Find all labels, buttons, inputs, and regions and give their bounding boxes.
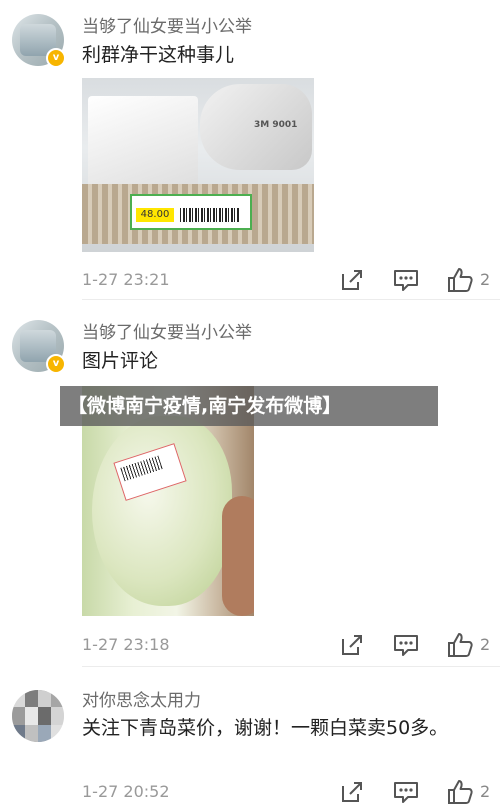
comment-text: 关注下青岛菜价，谢谢！一颗白菜卖50多。 xyxy=(82,717,449,739)
comment-meta: 1-27 20:52 2 xyxy=(0,778,500,808)
thumbs-up-icon[interactable] xyxy=(446,778,474,806)
overlay-banner: 【微博南宁疫情,南宁发布微博】 xyxy=(60,386,438,426)
username[interactable]: 对你思念太用力 xyxy=(82,686,201,711)
share-icon[interactable] xyxy=(338,778,366,806)
avatar[interactable] xyxy=(12,690,64,742)
timestamp: 1-27 20:52 xyxy=(82,782,170,801)
like-count: 2 xyxy=(480,782,491,801)
comment-icon[interactable] xyxy=(392,778,420,806)
